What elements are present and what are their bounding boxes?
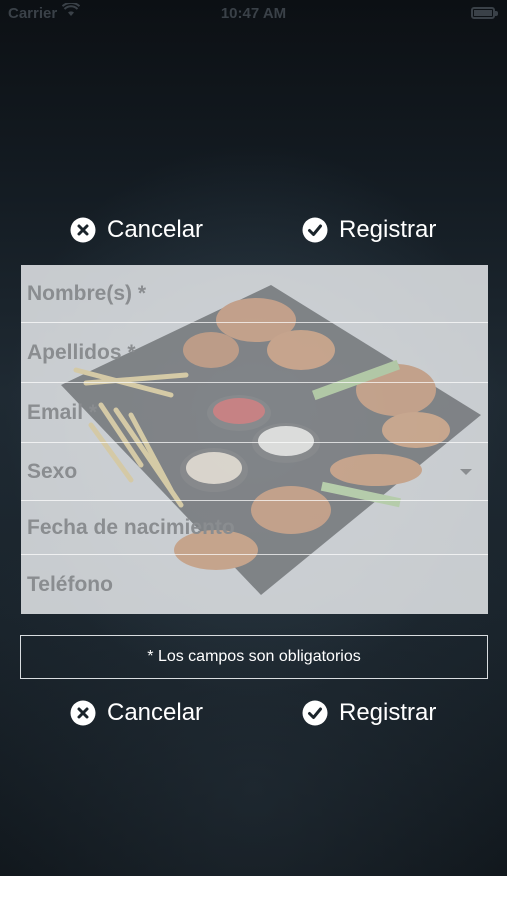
- register-label-top: Registrar: [339, 216, 437, 243]
- close-circle-icon: [70, 217, 96, 243]
- required-note-text: * Los campos son obligatorios: [147, 648, 361, 665]
- registration-form: Nombre(s) * Apellidos * Email * Sexo Fec…: [21, 265, 488, 614]
- status-time: 10:47 AM: [220, 5, 287, 22]
- close-circle-icon: [70, 700, 96, 726]
- email-field[interactable]: Email *: [21, 383, 488, 443]
- check-circle-icon: [302, 700, 328, 726]
- required-fields-note: * Los campos son obligatorios: [20, 635, 488, 679]
- last-name-placeholder: Apellidos *: [27, 340, 136, 364]
- cancel-label-bottom: Cancelar: [107, 699, 204, 726]
- check-circle-icon: [302, 217, 328, 243]
- cancel-button-top[interactable]: Cancelar: [70, 210, 203, 250]
- chevron-down-icon: [460, 468, 472, 475]
- register-button-bottom[interactable]: Registrar: [302, 693, 436, 733]
- cancel-button-bottom[interactable]: Cancelar: [70, 693, 203, 733]
- last-name-field[interactable]: Apellidos *: [21, 323, 488, 383]
- birthdate-placeholder: Fecha de nacimiento: [27, 515, 235, 539]
- first-name-placeholder: Nombre(s) *: [27, 281, 147, 305]
- email-placeholder: Email *: [27, 400, 98, 424]
- birthdate-field[interactable]: Fecha de nacimiento: [21, 501, 488, 555]
- bottom-action-row: Cancelar Registrar: [0, 693, 507, 733]
- top-action-row: Cancelar Registrar: [0, 210, 507, 250]
- phone-field[interactable]: Teléfono: [21, 555, 488, 614]
- app-screen: Carrier 10:47 AM Cancelar Registrar Nomb…: [0, 0, 507, 876]
- first-name-field[interactable]: Nombre(s) *: [21, 265, 488, 323]
- sex-placeholder: Sexo: [27, 459, 78, 483]
- battery-icon: [471, 7, 498, 19]
- status-bar: Carrier 10:47 AM: [0, 0, 507, 26]
- sex-select[interactable]: Sexo: [21, 443, 488, 501]
- register-button-top[interactable]: Registrar: [302, 210, 436, 250]
- cancel-label-top: Cancelar: [107, 216, 204, 243]
- phone-placeholder: Teléfono: [27, 572, 113, 596]
- register-label-bottom: Registrar: [339, 699, 437, 726]
